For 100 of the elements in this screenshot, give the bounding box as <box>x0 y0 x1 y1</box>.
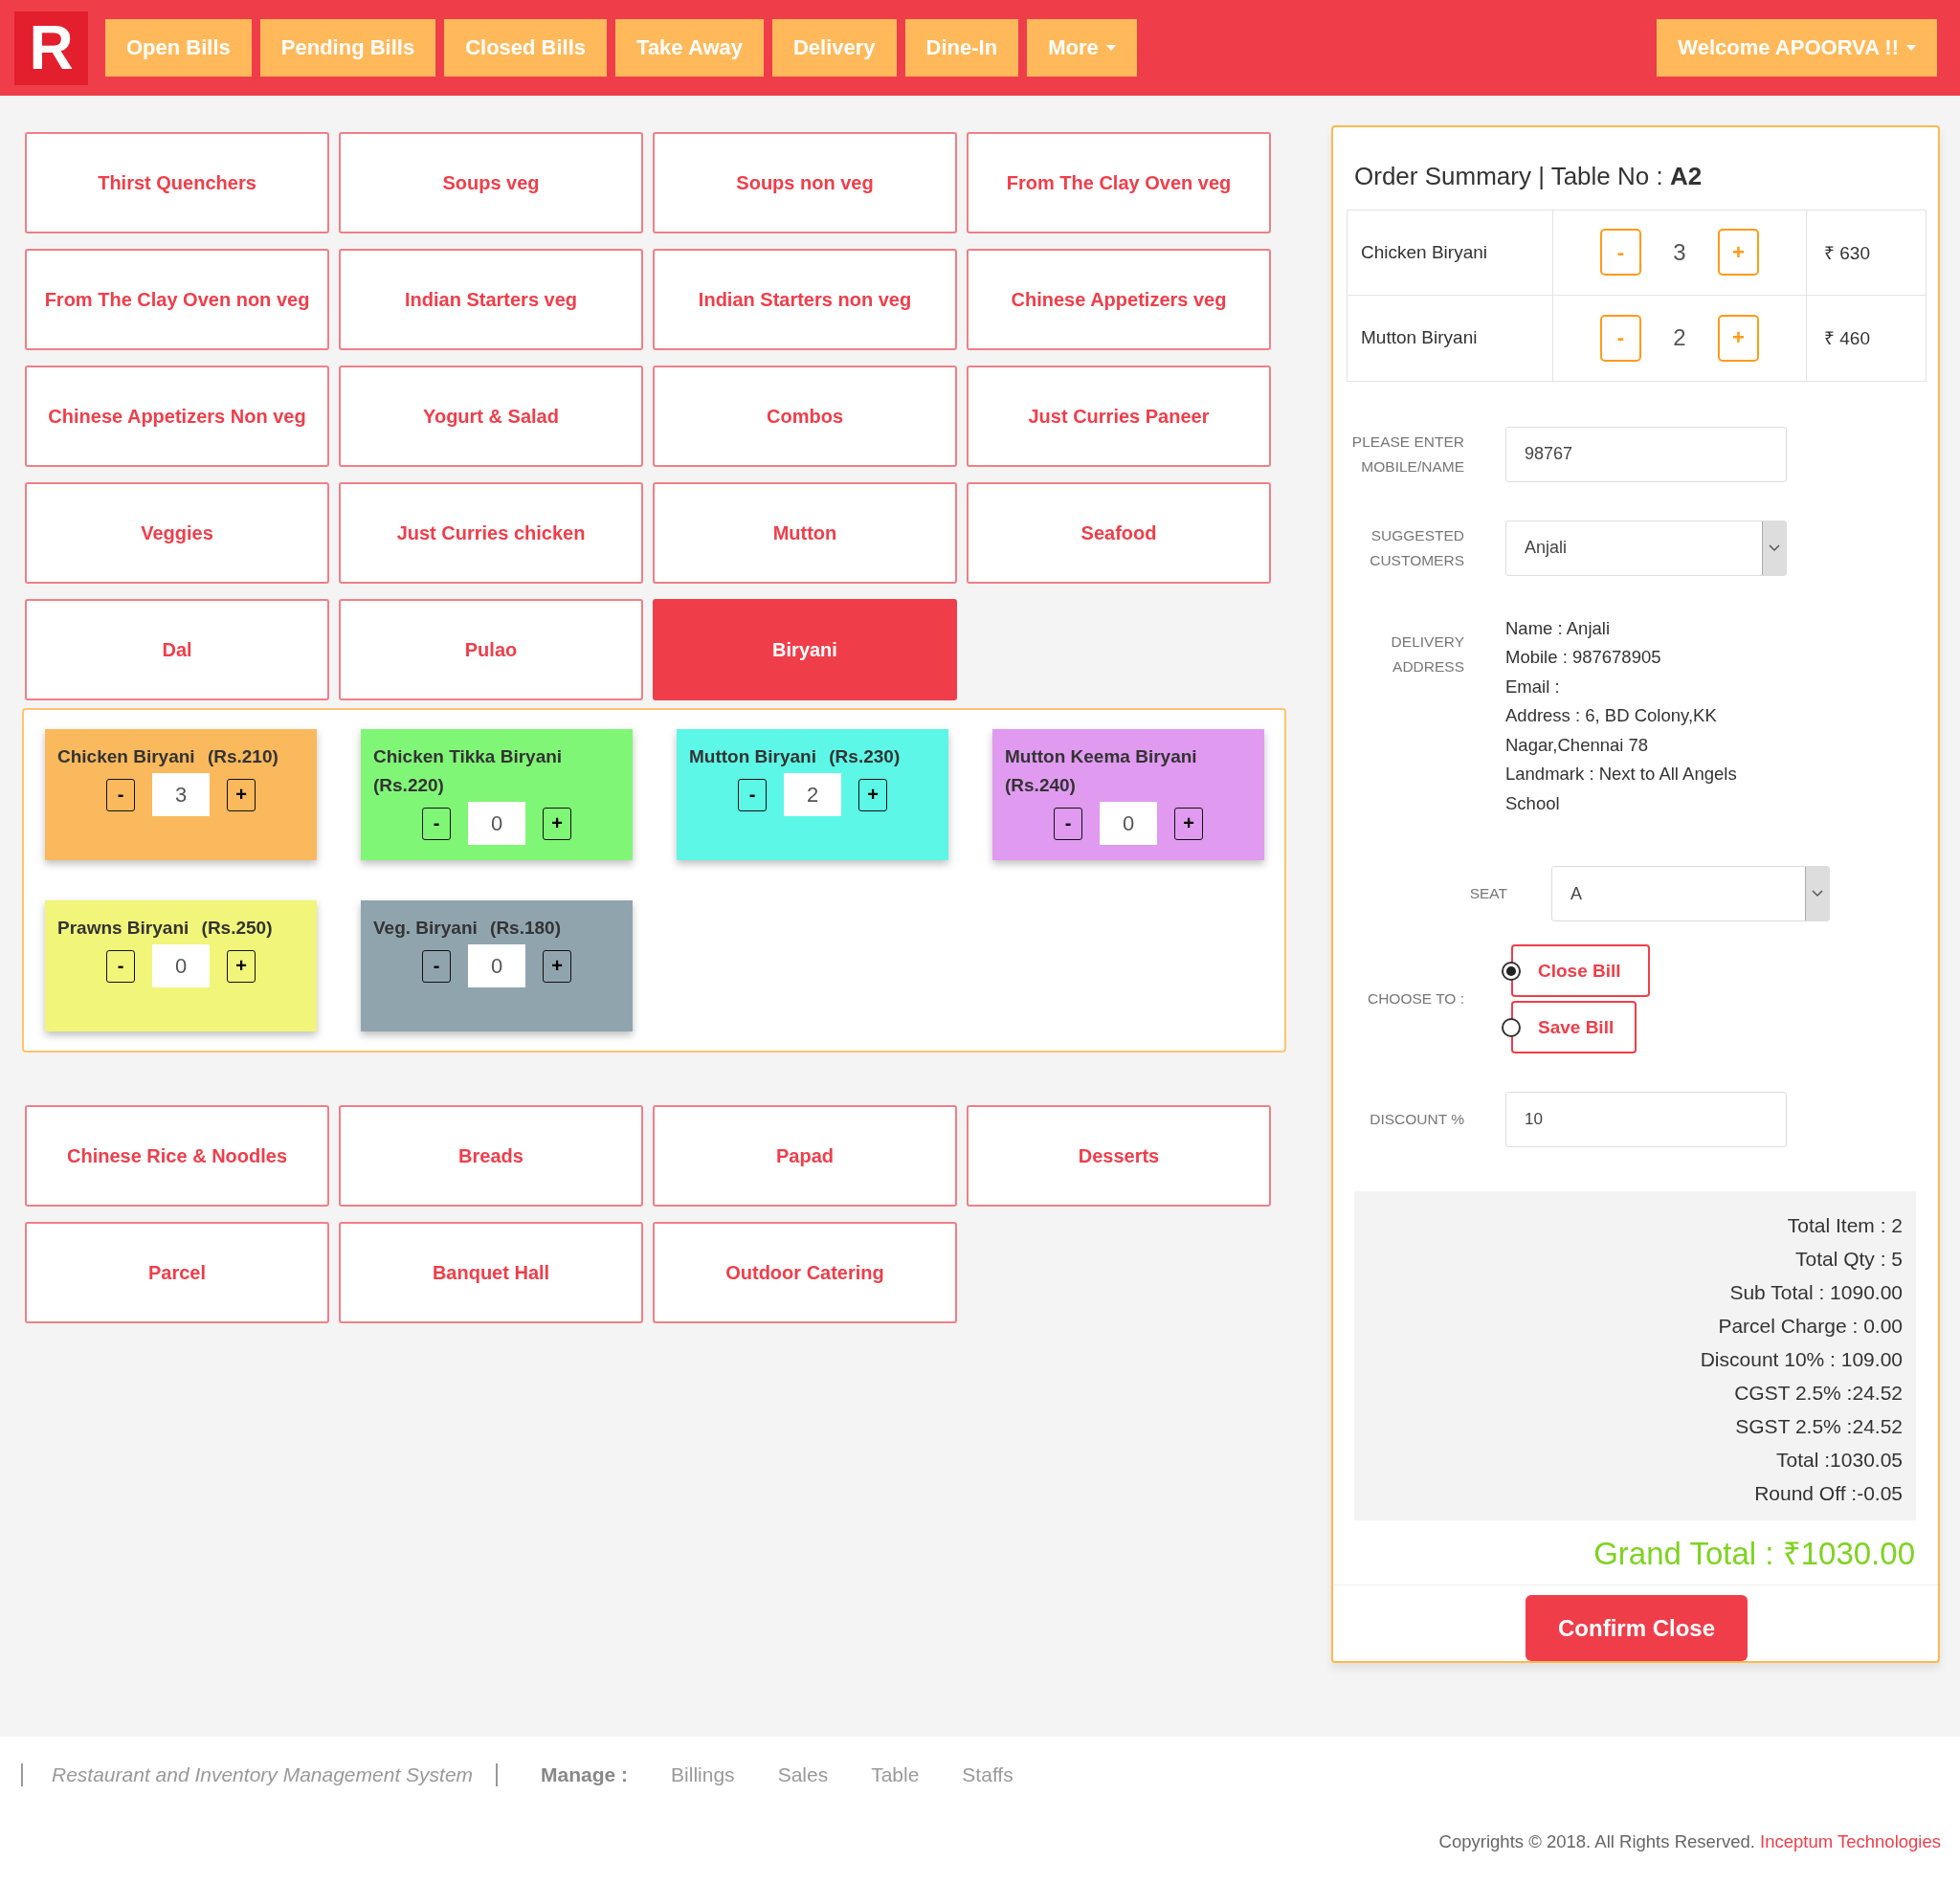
category-button[interactable]: Desserts <box>967 1105 1271 1207</box>
category-button[interactable]: Yogurt & Salad <box>339 366 643 467</box>
company-link[interactable]: Inceptum Technologies <box>1760 1831 1941 1851</box>
category-button[interactable]: Dal <box>25 599 329 700</box>
menu-item-card[interactable]: Veg. Biryani (Rs.180) - 0 + <box>361 900 633 1031</box>
decrement-button[interactable]: - <box>1054 807 1082 840</box>
address-text: Name : Anjali <box>1505 616 1611 640</box>
menu-item-card[interactable]: Mutton Keema Biryani (Rs.240) - 0 + <box>992 729 1264 860</box>
category-button[interactable]: Seafood <box>967 482 1271 584</box>
increment-button[interactable]: + <box>1718 314 1759 362</box>
total-line: Sub Total : 1090.00 <box>1728 1280 1903 1306</box>
total-line: CGST 2.5% :24.52 <box>1733 1381 1903 1407</box>
quantity-value: 2 <box>1672 324 1687 352</box>
address-text: Email : <box>1505 675 1561 698</box>
category-button[interactable]: Banquet Hall <box>339 1222 643 1323</box>
increment-button[interactable]: + <box>543 949 571 983</box>
bill-option-button[interactable]: Close Bill <box>1511 944 1650 998</box>
footer-link[interactable]: Sales <box>777 1763 829 1786</box>
menu-item-card[interactable]: Prawns Biryani (Rs.250) - 0 + <box>45 900 317 1031</box>
total-line: Total Qty : 5 <box>1793 1247 1903 1273</box>
category-button[interactable]: Biryani <box>653 599 957 700</box>
customer-dropdown[interactable]: Anjali <box>1505 520 1787 576</box>
item-price: (Rs.210) <box>207 746 278 766</box>
quantity-field[interactable]: 0 <box>152 944 210 987</box>
decrement-button[interactable]: - <box>1600 314 1641 362</box>
category-button[interactable]: From The Clay Oven veg <box>967 132 1271 233</box>
bill-option-button[interactable]: Save Bill <box>1511 1001 1637 1054</box>
address-text: Mobile : 987678905 <box>1505 646 1662 670</box>
menu-item-card[interactable]: Chicken Tikka Biryani (Rs.220) - 0 + <box>361 729 633 860</box>
category-button[interactable]: Breads <box>339 1105 643 1207</box>
increment-button[interactable]: + <box>543 807 571 840</box>
category-button[interactable]: Papad <box>653 1105 957 1207</box>
decrement-button[interactable]: - <box>106 778 135 811</box>
table-cell: Chicken Biryani <box>1348 210 1553 295</box>
item-name: Mutton Keema Biryani <box>1005 746 1197 766</box>
item-price: (Rs.240) <box>1005 775 1076 795</box>
total-line: Total Item : 2 <box>1786 1213 1903 1239</box>
discount-input-field[interactable]: 10 <box>1505 1092 1787 1148</box>
category-button[interactable]: Mutton <box>653 482 957 584</box>
quantity-field[interactable]: 2 <box>784 773 841 816</box>
seat-dropdown[interactable]: A <box>1551 866 1830 922</box>
menu-item-card[interactable]: Mutton Biryani (Rs.230) - 2 + <box>677 729 948 860</box>
address-text: Address : 6, BD Colony,KK Nagar,Chennai 78 <box>1505 704 1718 757</box>
field-label: SUGGESTED CUSTOMERS <box>1369 525 1464 570</box>
field-label: SEAT <box>1468 884 1507 904</box>
decrement-button[interactable]: - <box>738 778 767 811</box>
table-cell-text: ₹ 630 <box>1823 241 1871 265</box>
category-button[interactable]: Outdoor Catering <box>653 1222 957 1323</box>
field-label: PLEASE ENTER MOBILE/NAME <box>1350 432 1464 477</box>
address-text: Landmark : Next to All Angels School <box>1505 763 1738 815</box>
category-button[interactable]: Soups veg <box>339 132 643 233</box>
quantity-field[interactable]: 3 <box>152 773 210 816</box>
footer-link[interactable]: Table <box>871 1763 920 1786</box>
footer-link[interactable]: Billings <box>671 1763 735 1786</box>
mobile-input-field[interactable]: 98767 <box>1505 426 1787 482</box>
quantity-field[interactable]: 0 <box>1100 802 1157 845</box>
increment-button[interactable]: + <box>227 778 256 811</box>
category-button[interactable]: Veggies <box>25 482 329 584</box>
increment-button[interactable]: + <box>1718 229 1759 277</box>
category-button[interactable]: Combos <box>653 366 957 467</box>
field-label: DISCOUNT % <box>1369 1110 1464 1130</box>
caret-icon <box>1105 45 1116 51</box>
category-button[interactable]: Chinese Appetizers Non veg <box>25 366 329 467</box>
confirm-close-button[interactable]: Confirm Close <box>1526 1595 1748 1661</box>
radio-button[interactable] <box>1502 1017 1521 1037</box>
quantity-field[interactable]: 0 <box>468 802 525 845</box>
copyright-text: Copyrights © 2018. All Rights Reserved. Inceptum Technologies <box>1438 1831 1941 1852</box>
category-button[interactable]: Indian Starters veg <box>339 249 643 350</box>
item-name: Chicken Biryani <box>57 746 195 766</box>
category-button[interactable]: Chinese Rice & Noodles <box>25 1105 329 1207</box>
decrement-button[interactable]: - <box>422 949 451 983</box>
category-button[interactable]: Indian Starters non veg <box>653 249 957 350</box>
decrement-button[interactable]: - <box>106 949 135 983</box>
category-button[interactable]: Just Curries chicken <box>339 482 643 584</box>
total-line: Discount 10% : 109.00 <box>1699 1347 1903 1373</box>
decrement-button[interactable]: - <box>422 807 451 840</box>
table-cell-text: ₹ 460 <box>1823 327 1871 351</box>
footer-link[interactable]: Staffs <box>962 1763 1013 1786</box>
table-cell: Mutton Biryani <box>1348 295 1553 381</box>
increment-button[interactable]: + <box>1174 807 1203 840</box>
field-label: CHOOSE TO : <box>1366 989 1464 1009</box>
category-button[interactable]: Just Curries Paneer <box>967 366 1271 467</box>
increment-button[interactable]: + <box>858 778 887 811</box>
category-button[interactable]: From The Clay Oven non veg <box>25 249 329 350</box>
decrement-button[interactable]: - <box>1600 229 1641 277</box>
category-button[interactable]: Parcel <box>25 1222 329 1323</box>
quantity-field[interactable]: 0 <box>468 944 525 987</box>
field-label: DELIVERY ADDRESS <box>1390 632 1464 676</box>
category-button[interactable]: Pulao <box>339 599 643 700</box>
increment-button[interactable]: + <box>227 949 256 983</box>
order-summary-title: Order Summary | Table No : A2 <box>1353 161 1704 192</box>
category-button[interactable]: Thirst Quenchers <box>25 132 329 233</box>
category-button[interactable]: Soups non veg <box>653 132 957 233</box>
radio-button[interactable] <box>1502 961 1521 981</box>
logo[interactable]: R <box>14 11 88 85</box>
item-price: (Rs.230) <box>829 746 901 766</box>
menu-item-card[interactable]: Chicken Biryani (Rs.210) - 3 + <box>45 729 317 860</box>
caret-icon <box>1906 45 1916 51</box>
category-button[interactable]: Chinese Appetizers veg <box>967 249 1271 350</box>
item-price: (Rs.220) <box>373 775 444 795</box>
